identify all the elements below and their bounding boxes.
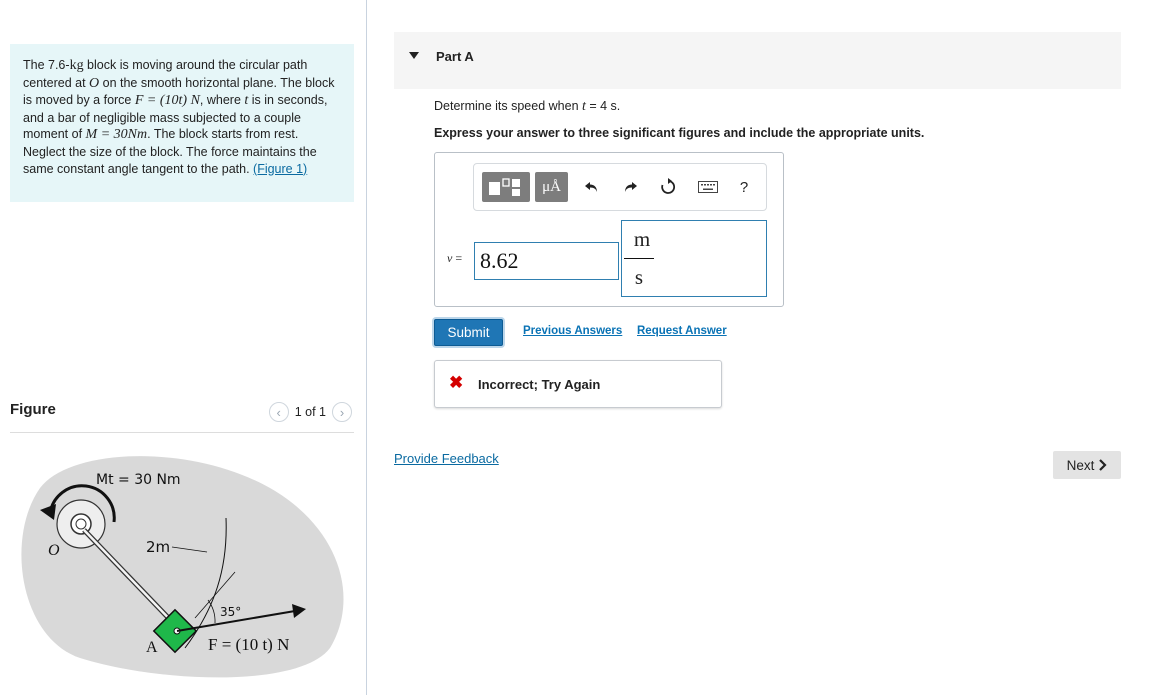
label-moment: Mt = 30 Nm	[96, 472, 181, 488]
templates-icon	[489, 178, 520, 196]
question-suffix: = 4 s.	[585, 99, 621, 113]
templates-button[interactable]	[482, 172, 530, 202]
fraction-bar	[624, 258, 654, 259]
previous-answers-link[interactable]: Previous Answers	[523, 325, 622, 337]
question-text: Determine its speed when t = 4 s.	[434, 99, 620, 115]
problem-force: F = (10t) N	[134, 93, 200, 109]
figure-title: Figure	[10, 401, 56, 418]
next-label: Next	[1066, 457, 1095, 473]
keyboard-icon	[698, 181, 718, 193]
submit-button[interactable]: Submit	[434, 319, 503, 346]
figure-link[interactable]: (Figure 1)	[253, 162, 307, 176]
part-title: Part A	[436, 49, 474, 64]
reset-icon	[661, 178, 676, 194]
feedback-box: ✖ Incorrect; Try Again	[434, 360, 722, 408]
label-angle: 35°	[220, 605, 241, 619]
part-header[interactable]: Part A	[394, 32, 1121, 89]
left-column: The 7.6-kg block is moving around the ci…	[0, 0, 366, 695]
redo-icon	[625, 182, 637, 192]
question-prefix: Determine its speed when	[434, 99, 582, 113]
help-button[interactable]: ?	[732, 172, 756, 202]
chevron-left-icon: ‹	[276, 404, 281, 420]
pivot-core	[75, 518, 87, 530]
feedback-text: Incorrect; Try Again	[478, 377, 601, 392]
request-answer-link[interactable]: Request Answer	[637, 325, 727, 337]
redo-button[interactable]	[618, 172, 642, 202]
label-a: A	[146, 639, 158, 656]
problem-moment: M = 30Nm	[85, 127, 148, 143]
figure-next-button[interactable]: ›	[332, 402, 352, 422]
answer-panel: μÅ ? v = 8.62 m s	[434, 152, 784, 307]
error-x-icon: ✖	[449, 373, 464, 392]
caret-down-icon	[409, 52, 419, 59]
keyboard-button[interactable]	[696, 172, 720, 202]
figure-header: Figure ‹ 1 of 1 ›	[10, 396, 354, 433]
provide-feedback-link[interactable]: Provide Feedback	[394, 451, 499, 466]
problem-point-o: O	[89, 75, 100, 91]
next-button[interactable]: Next	[1053, 451, 1121, 479]
problem-text-4: , where	[199, 93, 245, 108]
undo-button[interactable]	[580, 172, 604, 202]
unit-input[interactable]: m s	[621, 220, 767, 297]
chevron-right-icon: ›	[339, 404, 345, 420]
figure-pager: ‹ 1 of 1 ›	[268, 402, 352, 422]
figure-diagram: Mt = 30 Nm O 2m A 35° F = (10 t) N	[21, 456, 344, 678]
figure-prev-button[interactable]: ‹	[268, 402, 289, 422]
units-button[interactable]: μÅ	[535, 172, 568, 202]
value-input[interactable]: 8.62	[474, 242, 619, 280]
reset-button[interactable]	[656, 172, 680, 202]
column-divider	[366, 0, 367, 695]
label-o: O	[48, 542, 60, 559]
figure-page-count: 1 of 1	[294, 405, 326, 419]
undo-icon	[585, 182, 597, 192]
chevron-right-icon	[1099, 459, 1107, 471]
math-toolbar: μÅ ?	[473, 163, 767, 211]
problem-text-1: The 7.6-	[23, 58, 70, 72]
label-force: F = (10 t) N	[208, 635, 289, 654]
problem-statement: The 7.6-kg block is moving around the ci…	[10, 44, 354, 202]
label-length: 2m	[146, 538, 170, 556]
instruction-text: Express your answer to three significant…	[434, 126, 925, 140]
unit-numerator: m	[633, 227, 651, 251]
problem-mass-unit: kg	[69, 58, 84, 73]
equals-sign: =	[452, 251, 463, 265]
unit-denominator: s	[634, 265, 644, 289]
variable-label: v =	[447, 251, 462, 266]
